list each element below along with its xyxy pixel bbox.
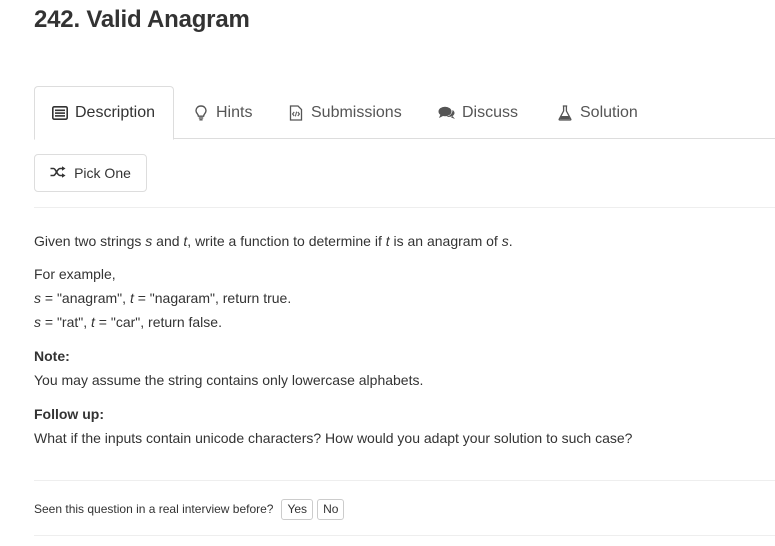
tab-label: Solution: [580, 103, 638, 121]
followup-text: What if the inputs contain unicode chara…: [34, 430, 633, 446]
tab-discuss[interactable]: Discuss: [438, 86, 518, 139]
comments-icon: [438, 104, 456, 122]
divider: [34, 535, 775, 536]
tab-bar: Description Hints Submissions Discuss So…: [34, 86, 775, 140]
divider: [34, 207, 775, 208]
yes-button[interactable]: Yes: [281, 498, 314, 520]
example-heading: For example,: [34, 266, 116, 282]
code-file-icon: [287, 104, 305, 122]
tab-submissions[interactable]: Submissions: [287, 86, 402, 139]
note-heading: Note:: [34, 348, 70, 364]
interview-question: Seen this question in a real interview b…: [34, 498, 345, 520]
followup-heading: Follow up:: [34, 406, 104, 422]
tab-description[interactable]: Description: [34, 86, 174, 140]
tab-label: Description: [75, 104, 156, 121]
tab-label: Submissions: [311, 103, 402, 121]
note-text: You may assume the string contains only …: [34, 372, 424, 388]
divider: [34, 480, 775, 481]
shuffle-icon: [50, 165, 66, 181]
tab-hints[interactable]: Hints: [192, 86, 252, 139]
tab-label: Discuss: [462, 103, 519, 121]
flask-icon: [556, 104, 574, 122]
tab-label: Hints: [216, 103, 253, 121]
no-button[interactable]: No: [317, 498, 345, 520]
page-title: 242. Valid Anagram: [34, 6, 250, 33]
example-line-2: s = "rat", t = "car", return false.: [34, 314, 222, 330]
description-icon: [51, 104, 69, 122]
interview-question-text: Seen this question in a real interview b…: [34, 502, 274, 516]
tab-solution[interactable]: Solution: [556, 86, 638, 139]
example-line-1: s = "anagram", t = "nagaram", return tru…: [34, 290, 292, 306]
lightbulb-icon: [192, 104, 210, 122]
pick-one-label: Pick One: [74, 165, 131, 181]
intro-text: Given two strings s and t, write a funct…: [34, 233, 513, 249]
pick-one-button[interactable]: Pick One: [34, 154, 147, 192]
